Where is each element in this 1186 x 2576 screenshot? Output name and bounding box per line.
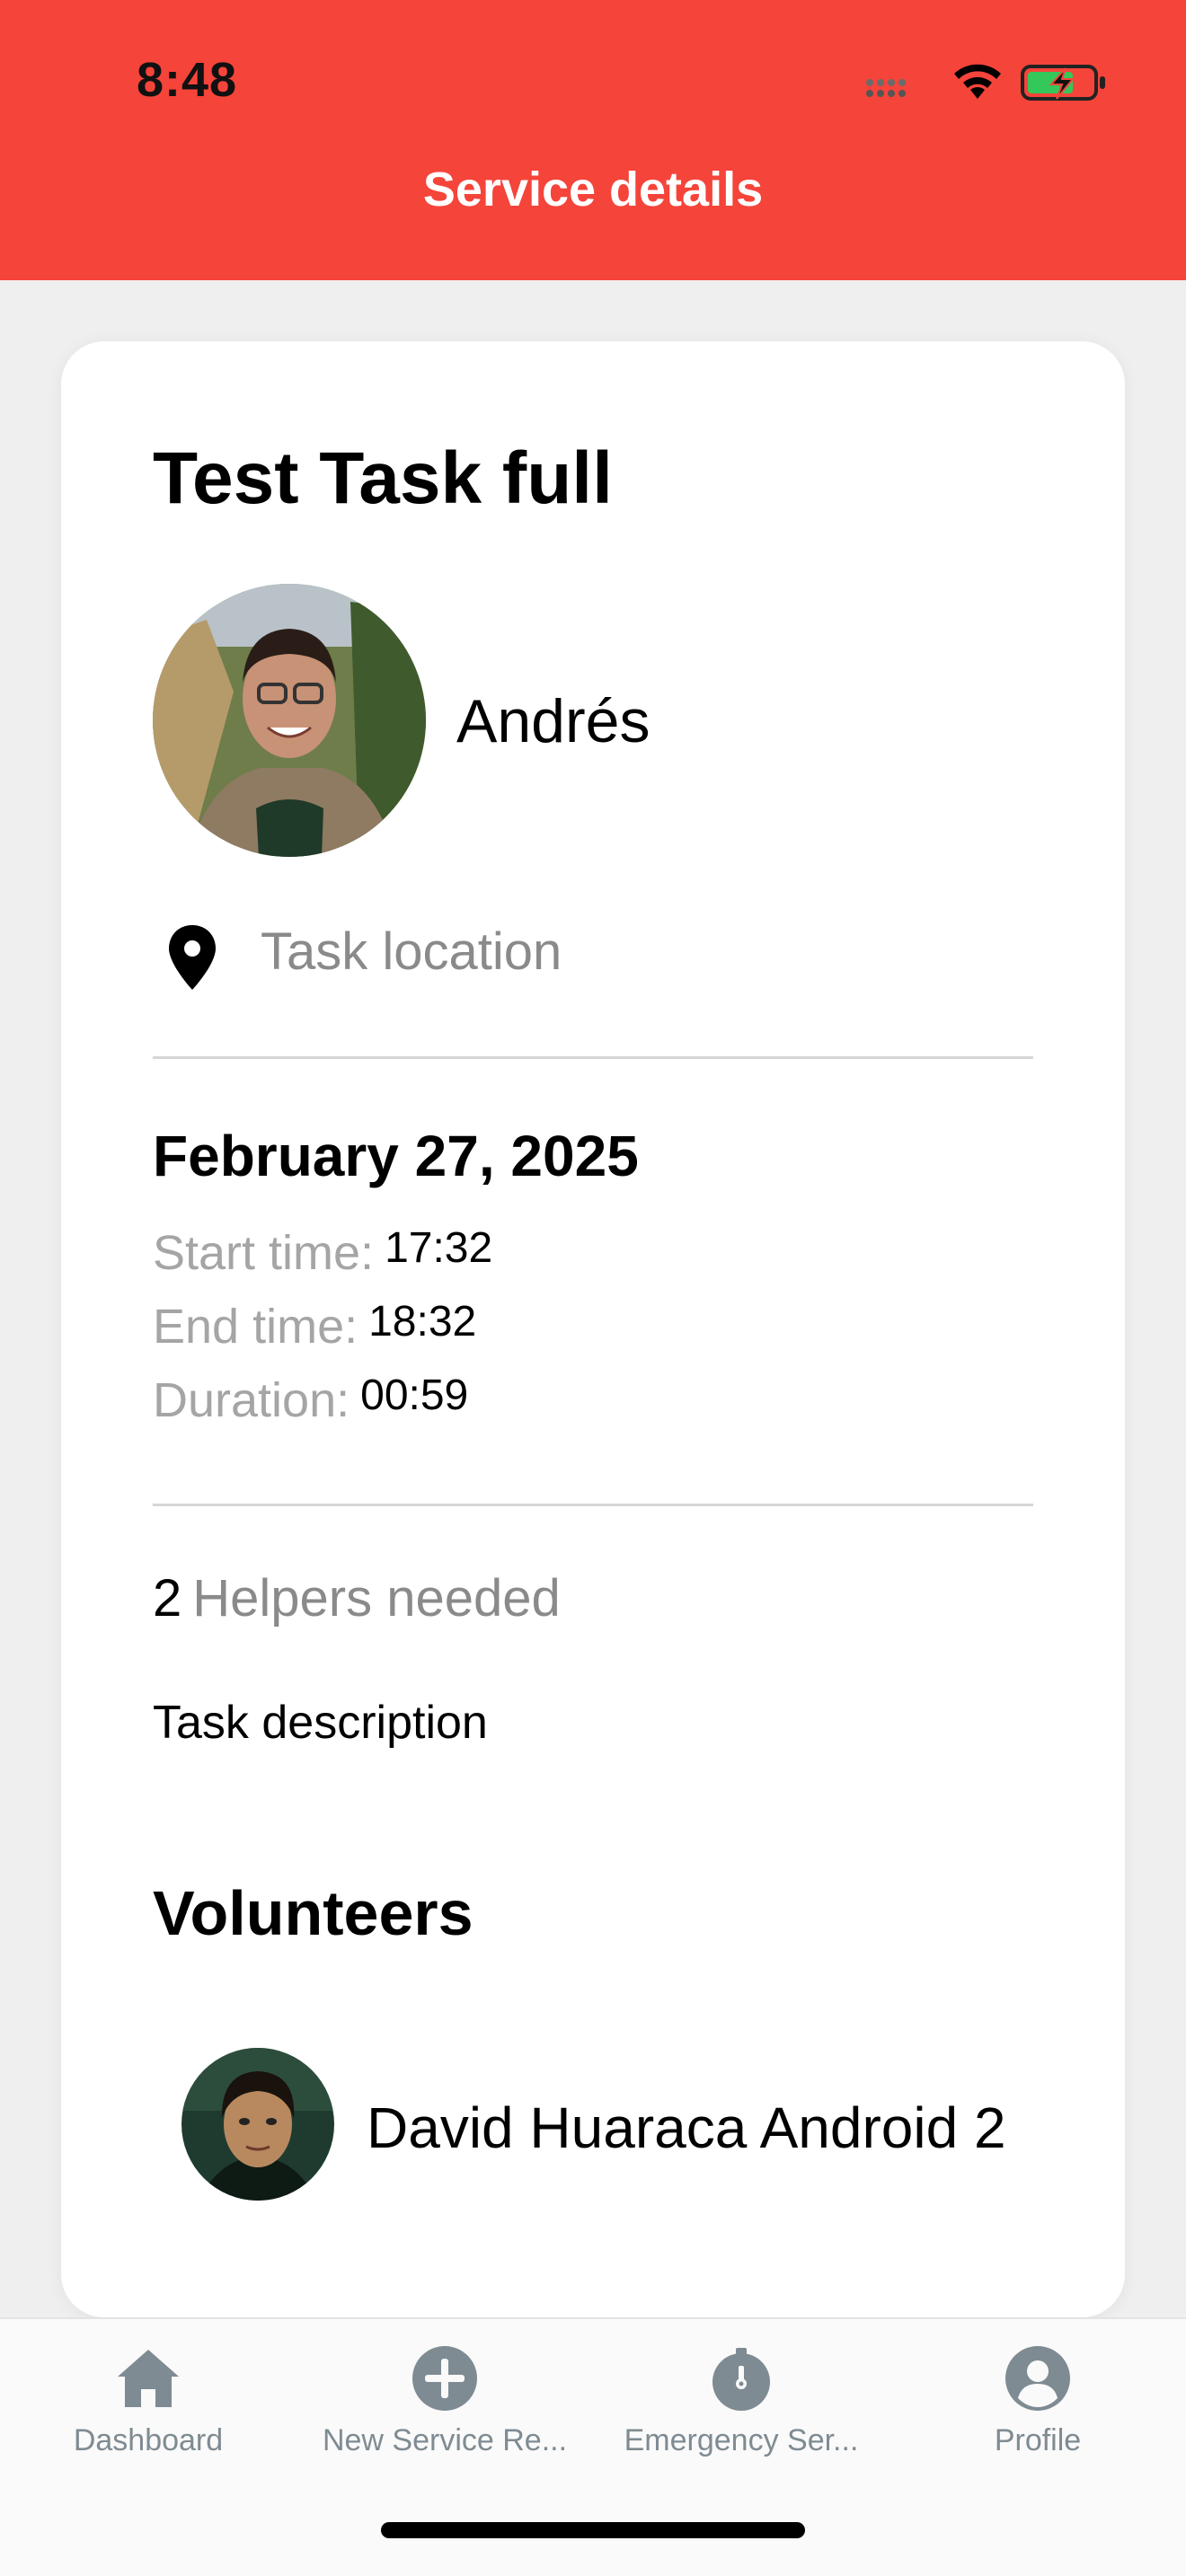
end-time-row: End time: 18:32 [153, 1298, 477, 1354]
start-time-value: 17:32 [385, 1224, 493, 1272]
cellular-signal-icon [866, 79, 906, 97]
duration-row: Duration: 00:59 [153, 1372, 468, 1428]
divider [153, 1056, 1033, 1059]
wifi-icon [954, 64, 1001, 99]
helpers-needed: 2 Helpers needed [153, 1568, 561, 1628]
end-time-value: 18:32 [368, 1298, 477, 1345]
duration-label: Duration: [153, 1373, 350, 1427]
volunteer-name: David Huaraca Android 2 [367, 2095, 1006, 2160]
page-title: Service details [422, 163, 764, 216]
task-date: February 27, 2025 [153, 1124, 639, 1188]
start-time-label: Start time: [153, 1226, 375, 1280]
stopwatch-icon [712, 2348, 770, 2411]
divider [153, 1504, 1033, 1506]
volunteer-photo [181, 2048, 334, 2201]
duration-value: 00:59 [360, 1372, 469, 1419]
start-time-row: Start time: 17:32 [153, 1224, 493, 1281]
status-time: 8:48 [137, 53, 238, 107]
volunteer-list-item[interactable]: David Huaraca Android 2 [181, 2048, 1116, 2210]
user-circle-icon [1005, 2346, 1070, 2411]
tab-new-service-label: New Service Re... [322, 2423, 568, 2457]
screen: 8:48 Service details Test Task full Andr… [0, 0, 1186, 2576]
home-indicator[interactable] [381, 2522, 805, 2538]
owner-name: Andrés [456, 687, 651, 755]
helpers-count: 2 [153, 1569, 182, 1628]
tab-emergency-service[interactable]: Emergency Ser... [593, 2344, 890, 2470]
helpers-label: Helpers needed [192, 1569, 561, 1628]
task-description: Task description [153, 1697, 488, 1749]
tab-dashboard-label: Dashboard [73, 2423, 224, 2457]
task-location[interactable]: Task location [261, 922, 562, 982]
tab-dashboard[interactable]: Dashboard [0, 2344, 296, 2470]
plus-circle-icon [412, 2346, 477, 2411]
task-title: Test Task full [153, 437, 613, 519]
tab-new-service-request[interactable]: New Service Re... [296, 2344, 593, 2470]
volunteers-heading: Volunteers [153, 1878, 474, 1948]
owner-photo [153, 584, 426, 857]
volunteer-avatar [181, 2048, 334, 2201]
location-pin-icon [169, 925, 216, 990]
header-bar: 8:48 Service details [0, 0, 1186, 280]
end-time-label: End time: [153, 1300, 358, 1354]
battery-charging-icon [1021, 65, 1105, 101]
owner-avatar[interactable] [153, 584, 426, 857]
tab-emergency-label: Emergency Ser... [624, 2423, 859, 2457]
home-icon [118, 2350, 179, 2407]
tab-profile[interactable]: Profile [890, 2344, 1186, 2470]
tab-profile-label: Profile [994, 2423, 1082, 2457]
service-detail-card: Test Task full Andrés Task location Febr… [61, 341, 1125, 2317]
